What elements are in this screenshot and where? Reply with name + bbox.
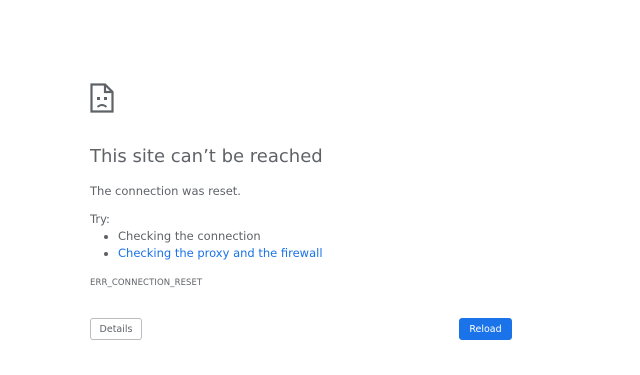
error-content: This site can’t be reached The connectio… [90,83,520,289]
details-button[interactable]: Details [90,318,142,340]
error-code: ERR_CONNECTION_RESET [90,278,203,288]
reload-button[interactable]: Reload [459,318,512,340]
list-item: Checking the connection [118,228,520,245]
list-item: Checking the proxy and the firewall [118,245,520,262]
suggestion-check-connection: Checking the connection [118,229,261,243]
suggestions-list: Checking the connection Checking the pro… [90,228,520,262]
error-description: The connection was reset. [90,184,241,198]
suggestion-check-proxy-link[interactable]: Checking the proxy and the firewall [118,246,323,260]
page-title: This site can’t be reached [90,146,323,167]
sad-page-icon [90,83,114,113]
try-label: Try: [90,212,110,226]
error-page: This site can’t be reached The connectio… [0,0,640,375]
